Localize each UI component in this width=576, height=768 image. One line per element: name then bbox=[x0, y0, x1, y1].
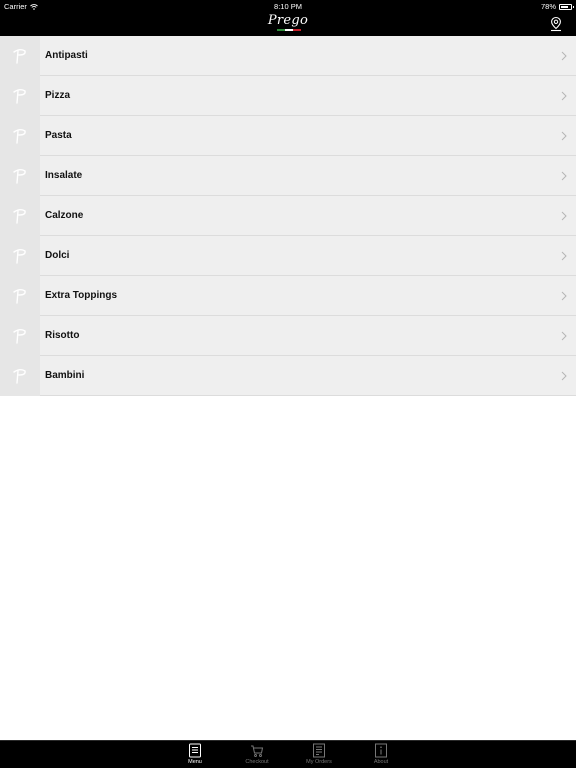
list-item-pizza[interactable]: Pizza bbox=[0, 75, 576, 116]
prego-p-logo-icon bbox=[13, 368, 26, 384]
prego-p-logo-icon bbox=[13, 88, 26, 104]
tab-label: My Orders bbox=[306, 759, 332, 765]
chevron-right-icon bbox=[561, 131, 567, 141]
tab-my-orders[interactable]: My Orders bbox=[299, 743, 339, 768]
list-item-antipasti[interactable]: Antipasti bbox=[0, 35, 576, 76]
prego-p-logo-icon bbox=[13, 328, 26, 344]
tab-label: About bbox=[373, 759, 389, 765]
prego-p-logo-icon bbox=[13, 128, 26, 144]
chevron-right-icon bbox=[561, 251, 567, 261]
tab-bar: Menu Checkout My Orders About bbox=[0, 740, 576, 768]
tab-label: Menu bbox=[188, 759, 202, 765]
nav-bar: Prego bbox=[0, 12, 576, 36]
menu-category-list: Antipasti Pizza Pasta Insalate Calzone D bbox=[0, 35, 576, 396]
prego-p-logo-icon bbox=[13, 248, 26, 264]
list-item-dolci[interactable]: Dolci bbox=[0, 235, 576, 276]
tab-about[interactable]: About bbox=[361, 743, 401, 768]
list-item-label: Calzone bbox=[45, 210, 84, 221]
logo-flag-stripe bbox=[277, 29, 301, 31]
chevron-right-icon bbox=[561, 331, 567, 341]
menu-book-icon bbox=[189, 743, 201, 758]
item-thumbnail bbox=[0, 315, 40, 356]
status-time: 8:10 PM bbox=[274, 2, 302, 11]
item-thumbnail bbox=[0, 355, 40, 396]
tab-label: Checkout bbox=[245, 759, 269, 765]
prego-p-logo-icon bbox=[13, 208, 26, 224]
prego-p-logo-icon bbox=[13, 48, 26, 64]
list-item-label: Bambini bbox=[45, 370, 85, 381]
prego-logo: Prego bbox=[267, 13, 309, 28]
list-item-label: Dolci bbox=[45, 250, 70, 261]
battery-fill bbox=[561, 5, 569, 8]
chevron-right-icon bbox=[561, 291, 567, 301]
prego-p-logo-icon bbox=[13, 288, 26, 304]
item-thumbnail bbox=[0, 35, 40, 76]
list-item-bambini[interactable]: Bambini bbox=[0, 355, 576, 396]
chevron-right-icon bbox=[561, 371, 567, 381]
item-thumbnail bbox=[0, 75, 40, 116]
list-item-label: Extra Toppings bbox=[45, 290, 118, 301]
prego-p-logo-icon bbox=[13, 168, 26, 184]
chevron-right-icon bbox=[561, 91, 567, 101]
chevron-right-icon bbox=[561, 211, 567, 221]
list-item-insalate[interactable]: Insalate bbox=[0, 155, 576, 196]
item-thumbnail bbox=[0, 115, 40, 156]
item-thumbnail bbox=[0, 275, 40, 316]
list-item-label: Insalate bbox=[45, 170, 83, 181]
battery-icon bbox=[559, 3, 574, 10]
info-icon bbox=[375, 743, 387, 758]
battery-percent: 78% bbox=[540, 2, 556, 11]
cart-icon bbox=[251, 745, 264, 757]
chevron-right-icon bbox=[561, 171, 567, 181]
list-item-label: Pizza bbox=[45, 90, 71, 101]
list-item-label: Antipasti bbox=[45, 50, 88, 61]
location-pin-icon[interactable] bbox=[548, 16, 564, 32]
tab-menu[interactable]: Menu bbox=[175, 743, 215, 768]
status-bar: Carrier 8:10 PM 78% bbox=[0, 0, 576, 12]
tab-checkout[interactable]: Checkout bbox=[237, 743, 277, 768]
orders-icon bbox=[313, 743, 325, 758]
list-item-label: Pasta bbox=[45, 130, 72, 141]
chevron-right-icon bbox=[561, 51, 567, 61]
item-thumbnail bbox=[0, 155, 40, 196]
list-item-pasta[interactable]: Pasta bbox=[0, 115, 576, 156]
list-item-calzone[interactable]: Calzone bbox=[0, 195, 576, 236]
item-thumbnail bbox=[0, 195, 40, 236]
list-item-label: Risotto bbox=[45, 330, 80, 341]
list-item-extra-toppings[interactable]: Extra Toppings bbox=[0, 275, 576, 316]
status-right: 78% bbox=[540, 2, 574, 11]
item-thumbnail bbox=[0, 235, 40, 276]
list-item-risotto[interactable]: Risotto bbox=[0, 315, 576, 356]
